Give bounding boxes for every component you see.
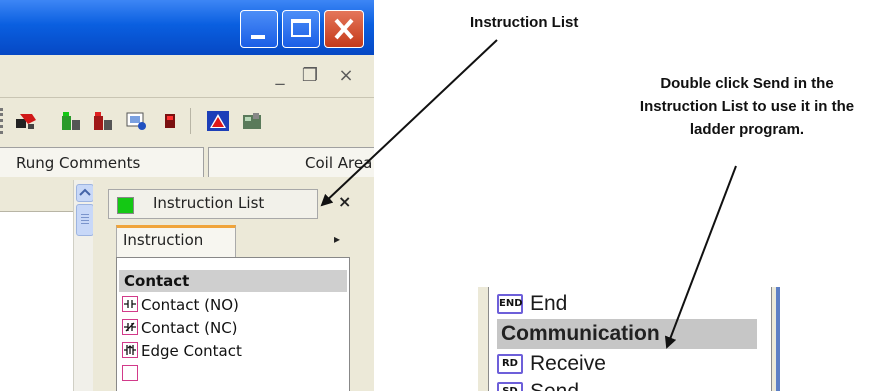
annotation-arrows	[320, 39, 737, 349]
arrow-to-instruction-list	[320, 39, 498, 207]
arrow-to-send	[664, 165, 737, 349]
